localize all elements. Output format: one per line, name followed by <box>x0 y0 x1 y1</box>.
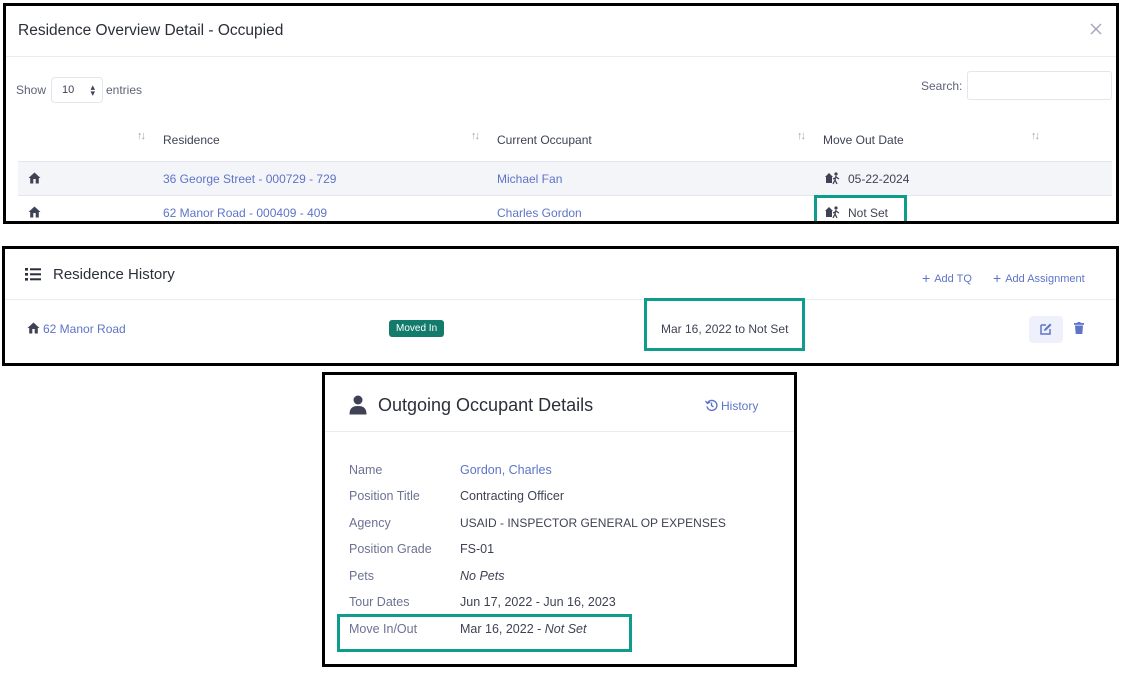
history-link[interactable]: History <box>704 399 759 413</box>
position-title-value: Contracting Officer <box>460 489 564 503</box>
table-row: 36 George Street - 000729 - 729 Michael … <box>18 161 1112 195</box>
header-divider <box>325 431 794 432</box>
highlight-box <box>644 298 805 351</box>
field-label-position-grade: Position Grade <box>349 542 432 556</box>
column-header-move-out-date[interactable]: Move Out Date <box>823 133 904 147</box>
residence-history-card: Residence History + Add TQ + Add Assignmen… <box>2 246 1119 366</box>
outgoing-occupant-card: Outgoing Occupant Details History Name G… <box>322 372 797 667</box>
home-icon <box>27 322 40 334</box>
header-divider <box>5 299 1116 300</box>
history-residence-link[interactable]: 62 Manor Road <box>27 322 126 336</box>
highlight-box <box>337 614 632 652</box>
sort-icon[interactable]: ↑↓ <box>137 130 146 142</box>
history-link-label: History <box>721 399 759 413</box>
list-icon <box>25 268 41 281</box>
occupant-link[interactable]: Charles Gordon <box>497 206 582 220</box>
header-divider <box>6 56 1116 57</box>
pets-value: No Pets <box>460 569 505 583</box>
home-icon <box>28 206 41 218</box>
show-label: Show <box>16 83 47 97</box>
position-grade-value: FS-01 <box>460 542 495 556</box>
residence-overview-modal: Residence Overview Detail - Occupied Sho… <box>3 3 1119 224</box>
field-label-tour-dates: Tour Dates <box>349 595 410 609</box>
history-icon <box>704 399 718 412</box>
person-icon <box>349 395 367 415</box>
add-assignment-button[interactable]: + Add Assignment <box>993 269 1085 286</box>
field-label-position-title: Position Title <box>349 489 420 503</box>
move-out-date: 05-22-2024 <box>848 172 910 186</box>
residence-link[interactable]: 36 George Street - 000729 - 729 <box>163 172 336 186</box>
home-icon <box>28 172 41 184</box>
sort-icon[interactable]: ↑↓ <box>471 130 480 142</box>
modal-title: Residence Overview Detail - Occupied <box>18 22 284 39</box>
column-header-residence[interactable]: Residence <box>163 133 220 147</box>
field-label-name: Name <box>349 463 383 477</box>
entries-label: entries <box>106 83 143 97</box>
select-caret-icon: ▴ ▾ <box>90 82 95 98</box>
field-label-pets: Pets <box>349 569 375 583</box>
close-icon[interactable] <box>1088 21 1104 37</box>
history-residence-label: 62 Manor Road <box>43 322 126 336</box>
edit-icon <box>1040 323 1052 335</box>
sort-icon[interactable]: ↑↓ <box>797 130 806 142</box>
entries-select[interactable]: 10 ▴ ▾ <box>51 77 103 103</box>
agency-value: USAID - INSPECTOR GENERAL OP EXPENSES <box>460 516 726 530</box>
edit-button[interactable] <box>1029 316 1063 343</box>
card-title: Outgoing Occupant Details <box>378 395 594 415</box>
card-title: Residence History <box>53 266 175 283</box>
search-label: Search: <box>921 79 963 93</box>
search-input[interactable] <box>967 71 1112 100</box>
residence-link[interactable]: 62 Manor Road - 000409 - 409 <box>163 206 327 220</box>
move-out-icon <box>825 172 840 185</box>
occupant-link[interactable]: Michael Fan <box>497 172 562 186</box>
add-tq-label: Add TQ <box>934 273 972 285</box>
entries-value: 10 <box>62 84 75 96</box>
status-badge: Moved In <box>389 320 445 337</box>
plus-icon: + <box>993 270 1002 286</box>
table-row: 62 Manor Road - 000409 - 409 Charles Gor… <box>18 195 1112 221</box>
sort-icon[interactable]: ↑↓ <box>1031 130 1040 142</box>
plus-icon: + <box>922 270 931 286</box>
occupant-name-link[interactable]: Gordon, Charles <box>460 463 552 477</box>
column-header-current-occupant[interactable]: Current Occupant <box>497 133 592 147</box>
field-label-agency: Agency <box>349 516 391 530</box>
add-assignment-label: Add Assignment <box>1005 273 1085 285</box>
highlight-box <box>814 195 907 221</box>
delete-icon[interactable] <box>1074 322 1084 334</box>
tour-dates-value: Jun 17, 2022 - Jun 16, 2023 <box>460 595 616 609</box>
add-tq-button[interactable]: + Add TQ <box>922 269 972 286</box>
